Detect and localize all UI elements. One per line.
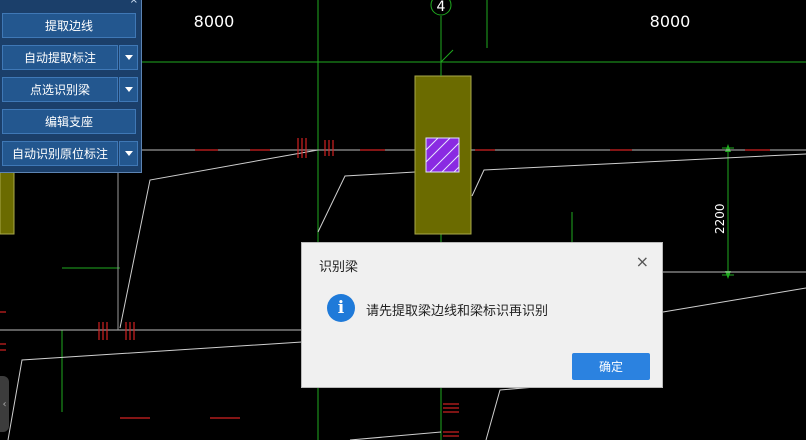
beam-line-6 xyxy=(662,287,806,313)
axis-label-4: 4 xyxy=(437,0,446,15)
column-block-left[interactable] xyxy=(0,171,15,235)
edit-support-label: 编辑支座 xyxy=(44,115,93,129)
ok-button-label: 确定 xyxy=(598,360,623,374)
auto-identify-inplace-dropdown[interactable] xyxy=(119,141,138,166)
column-section-hatch[interactable] xyxy=(425,137,460,173)
extract-edge-button[interactable]: 提取边线 xyxy=(2,13,136,38)
auto-extract-annotation-label: 自动提取标注 xyxy=(23,51,96,65)
auto-identify-inplace-label: 自动识别原位标注 xyxy=(11,147,108,161)
chevron-down-icon xyxy=(124,55,133,60)
identify-beam-dialog: 识别梁 × i 请先提取梁边线和梁标识再识别 确定 xyxy=(301,242,663,388)
close-icon[interactable]: × xyxy=(636,254,649,270)
dimension-text-right: 8000 xyxy=(650,12,691,31)
beam-line-7 xyxy=(349,431,442,440)
beam-line-4 xyxy=(7,341,303,440)
chevron-left-icon: ‹ xyxy=(2,398,7,410)
beam-line-2 xyxy=(317,171,416,233)
extract-edge-label: 提取边线 xyxy=(44,19,93,33)
ok-button[interactable]: 确定 xyxy=(572,353,650,380)
dimension-text-2200: 2200 xyxy=(713,203,727,234)
pick-identify-beam-button[interactable]: 点选识别梁 xyxy=(2,77,118,102)
chevron-down-icon xyxy=(124,151,133,156)
edit-support-button[interactable]: 编辑支座 xyxy=(2,109,136,134)
auto-identify-inplace-button[interactable]: 自动识别原位标注 xyxy=(2,141,118,166)
dialog-title: 识别梁 xyxy=(319,260,359,275)
auto-extract-annotation-button[interactable]: 自动提取标注 xyxy=(2,45,118,70)
chevron-down-icon xyxy=(124,87,133,92)
panel-close-icon[interactable]: × xyxy=(130,0,138,6)
column-slash xyxy=(440,49,454,63)
pick-identify-beam-label: 点选识别梁 xyxy=(29,83,90,97)
pick-identify-beam-dropdown[interactable] xyxy=(119,77,138,102)
auto-extract-annotation-dropdown[interactable] xyxy=(119,45,138,70)
beam-line-1 xyxy=(119,149,319,329)
recognition-panel: × 提取边线 自动提取标注 点选识别梁 编辑支座 自动识别原位标注 xyxy=(0,0,142,173)
dialog-message: 请先提取梁边线和梁标识再识别 xyxy=(366,304,549,319)
info-icon: i xyxy=(327,294,355,322)
beam-line-3 xyxy=(471,153,806,197)
collapse-handle[interactable]: ‹ xyxy=(0,376,9,432)
dimension-text-left: 8000 xyxy=(194,12,235,31)
